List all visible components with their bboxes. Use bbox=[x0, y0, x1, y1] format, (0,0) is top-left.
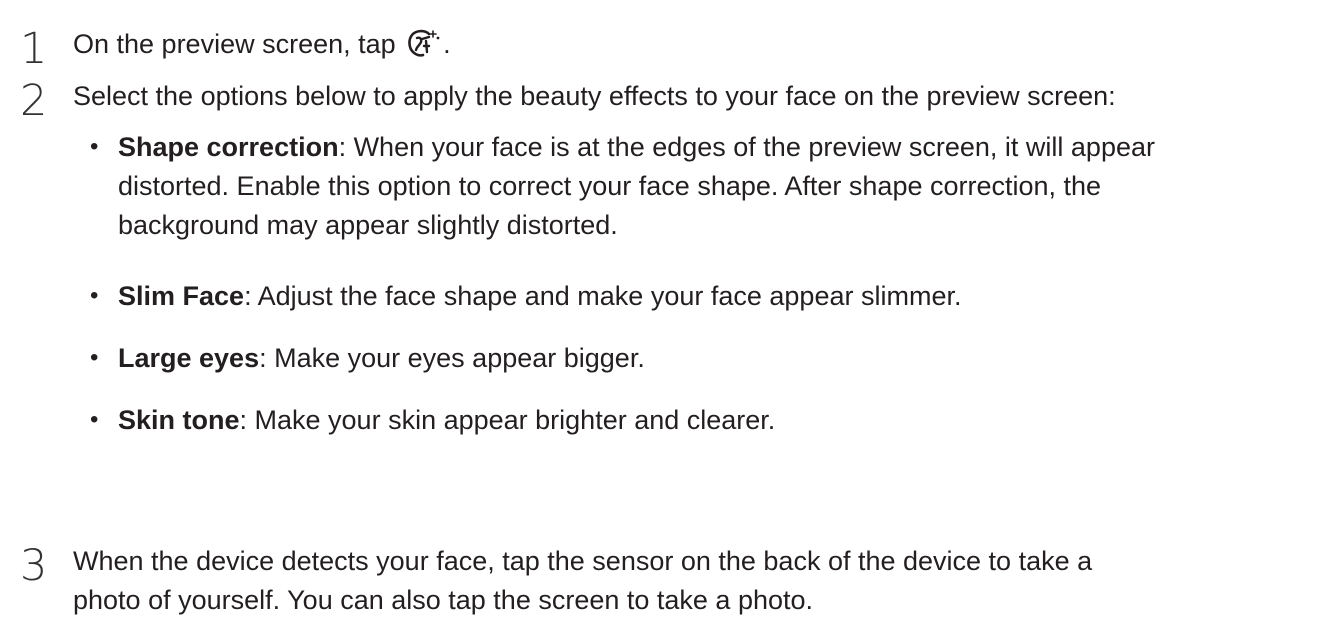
step-text: Select the options below to apply the be… bbox=[73, 81, 1116, 111]
option-term: Slim Face bbox=[118, 281, 245, 311]
bullet: • bbox=[90, 344, 99, 371]
option-description: : Adjust the face shape and make your fa… bbox=[244, 281, 962, 311]
option-line: Slim Face: Adjust the face shape and mak… bbox=[118, 276, 961, 316]
option-term: Skin tone bbox=[118, 405, 240, 435]
step-text-line: photo of yourself. You can also tap the … bbox=[73, 585, 814, 615]
beauty-face-icon bbox=[407, 28, 441, 69]
step-number: 3 bbox=[20, 541, 48, 591]
option-description: : Make your skin appear brighter and cle… bbox=[239, 405, 776, 435]
option-description: : Make your eyes appear bigger. bbox=[259, 343, 645, 373]
option-line: Shape correction: When your face is at t… bbox=[118, 127, 1155, 167]
bullet: • bbox=[90, 282, 99, 309]
option-line: Skin tone: Make your skin appear brighte… bbox=[118, 400, 775, 440]
step-text: On the preview screen, tap . bbox=[73, 24, 451, 69]
step-text-line: When the device detects your face, tap t… bbox=[73, 546, 1093, 576]
option-description: : When your face is at the edges of the … bbox=[338, 132, 1155, 162]
option-line: background may appear slightly distorted… bbox=[118, 210, 618, 240]
option-line: Large eyes: Make your eyes appear bigger… bbox=[118, 338, 645, 378]
option-line: distorted. Enable this option to correct… bbox=[118, 171, 1102, 201]
bullet: • bbox=[90, 133, 99, 160]
bullet: • bbox=[90, 406, 99, 433]
step-text-before: On the preview screen, tap bbox=[73, 29, 404, 59]
step-number: 1 bbox=[20, 24, 48, 74]
option-term: Large eyes bbox=[118, 343, 260, 373]
step-text-after: . bbox=[443, 29, 451, 59]
step-number: 2 bbox=[20, 76, 48, 126]
option-term: Shape correction bbox=[118, 132, 339, 162]
